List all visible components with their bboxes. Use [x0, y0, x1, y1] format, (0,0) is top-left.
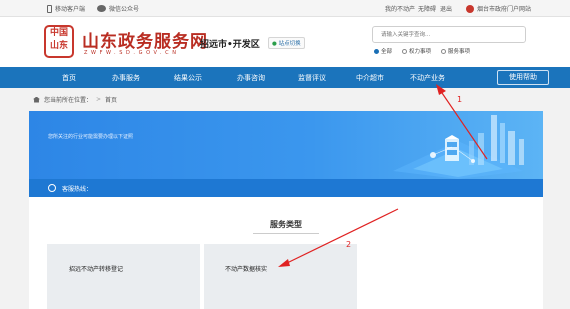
mobile-client-link[interactable]: 移动客户端 [47, 4, 85, 13]
smart-city-illustration [393, 115, 524, 179]
location-pin-icon: ● [272, 41, 277, 47]
region-name: 招远市•开发区 [200, 40, 260, 50]
scope-radio-all[interactable]: 全部 [374, 47, 392, 55]
breadcrumb-current[interactable]: 首页 [105, 95, 117, 104]
seal-char: 国 [59, 28, 69, 38]
search-scope-options: 全部 权力事项 服务事项 [374, 47, 470, 55]
search-input[interactable] [372, 26, 526, 43]
site-header: 中国 山东 山东政务服务网 ZWFW.SD.GOV.CN 招远市•开发区 ● 站… [0, 17, 570, 67]
radio-icon [441, 48, 447, 54]
radio-selected-icon [374, 48, 379, 54]
service-type-section: 服务类型 招远不动产转移登记 不动产数据核实 [29, 197, 543, 309]
seal-char: 东 [59, 41, 69, 51]
nav-item-agency-market[interactable]: 中介超市 [356, 73, 384, 83]
service-card-label: 招远不动产转移登记 [69, 266, 124, 273]
wechat-account-label: 微信公众号 [109, 6, 140, 13]
main-nav: 首页 办事服务 结果公示 办事咨询 监督评议 中介超市 不动产业务 使用帮助 [0, 67, 570, 88]
service-card-label: 不动产数据核实 [225, 266, 268, 273]
seal-char: 中 [49, 28, 59, 38]
site-switch-label: 站点切换 [278, 41, 301, 47]
scope-radio-power[interactable]: 权力事项 [402, 47, 431, 55]
service-card-transfer-registration[interactable]: 招远不动产转移登记 [47, 244, 200, 309]
service-card-data-verification[interactable]: 不动产数据核实 [204, 244, 357, 309]
nav-item-real-estate[interactable]: 不动产业务 [410, 73, 445, 83]
home-icon [33, 96, 40, 103]
mobile-phone-icon [47, 4, 52, 13]
breadcrumb-prefix: 您当前所在位置： [44, 97, 93, 104]
scope-radio-service[interactable]: 服务事项 [441, 47, 470, 55]
breadcrumb-separator: > [96, 96, 102, 103]
title-divider [253, 233, 319, 234]
nav-item-results[interactable]: 结果公示 [174, 73, 202, 83]
banner-tagline: 您所关注的行业可能需要办理以下证照 [48, 134, 134, 140]
annotation-number-1: 1 [457, 95, 463, 104]
portal-link-label: 烟台市政府门户网站 [477, 6, 532, 13]
wechat-icon [97, 5, 106, 12]
portal-link[interactable]: 烟台市政府门户网站 [466, 4, 531, 13]
my-account-link[interactable]: 我的不动产 [385, 4, 415, 13]
hotline-bar: 客服热线： [29, 179, 543, 197]
breadcrumb: 您当前所在位置： > 首页 [33, 95, 117, 104]
accessibility-link[interactable]: 无障碍 [418, 4, 436, 13]
mobile-client-label: 移动客户端 [55, 6, 86, 13]
hotline-label: 客服热线： [62, 186, 93, 193]
radio-icon [402, 48, 408, 54]
service-section-title: 服务类型 [270, 220, 302, 229]
top-utility-bar: 移动客户端 微信公众号 我的不动产 无障碍 退出 烟台市政府门户网站 [0, 0, 570, 17]
site-subtitle: ZWFW.SD.GOV.CN [84, 50, 180, 56]
site-switch-button[interactable]: ● 站点切换 [268, 37, 305, 49]
site-title[interactable]: 山东政务服务网 [82, 27, 208, 52]
customer-service-icon [48, 184, 56, 192]
annotation-number-2: 2 [346, 240, 352, 249]
logout-link[interactable]: 退出 [440, 4, 452, 13]
wechat-account-link[interactable]: 微信公众号 [97, 4, 139, 13]
nav-item-supervision[interactable]: 监督评议 [298, 73, 326, 83]
nav-item-home[interactable]: 首页 [62, 73, 76, 83]
nav-item-services[interactable]: 办事服务 [112, 73, 140, 83]
scope-label: 服务事项 [448, 49, 471, 55]
site-seal-logo[interactable]: 中国 山东 [44, 25, 74, 58]
scope-label: 全部 [381, 49, 393, 55]
hero-banner: 您所关注的行业可能需要办理以下证照 [29, 111, 543, 179]
scope-label: 权力事项 [409, 49, 432, 55]
help-button[interactable]: 使用帮助 [497, 70, 549, 85]
government-emblem-icon [466, 4, 474, 13]
nav-item-consult[interactable]: 办事咨询 [237, 73, 265, 83]
seal-char: 山 [49, 41, 59, 51]
